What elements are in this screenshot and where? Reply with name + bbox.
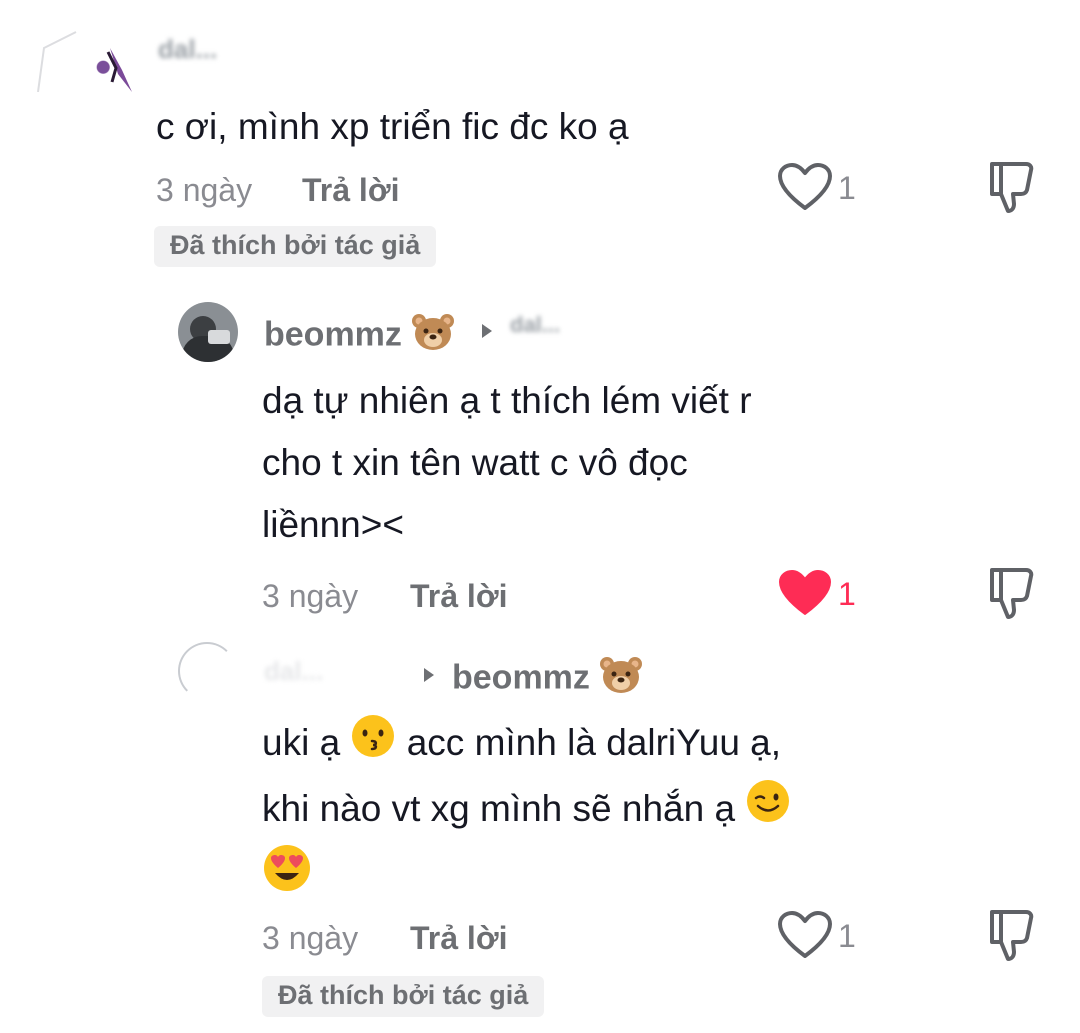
- comment-line: liềnnn><: [262, 504, 404, 545]
- reply-arrow-icon: [424, 668, 434, 682]
- avatar[interactable]: [178, 302, 238, 362]
- winking-face-emoji: [745, 778, 791, 843]
- heart-outline-icon[interactable]: [776, 162, 834, 217]
- comment-line: dạ tự nhiên ạ t thích lém viết r: [262, 380, 752, 421]
- username-text: beommz: [264, 315, 402, 354]
- comment-line: uki ạ acc mình là dalriYuu ạ,: [262, 712, 791, 778]
- kissing-face-emoji: [350, 713, 396, 778]
- reply-arrow-icon: [482, 324, 492, 338]
- avatar[interactable]: [178, 642, 236, 700]
- comment-line: khi nào vt xg mình sẽ nhắn ạ: [262, 778, 791, 844]
- comment-line: cho t xin tên watt c vô đọc: [262, 442, 688, 483]
- avatar[interactable]: [36, 30, 132, 92]
- heart-outline-icon[interactable]: [776, 910, 834, 965]
- comment-text: uki ạ acc mình là dalriYuu ạ, khi nào vt…: [262, 712, 791, 912]
- like-count: 1: [838, 576, 856, 612]
- comment-time: 3 ngày: [156, 172, 253, 208]
- bear-face-emoji: [411, 312, 455, 361]
- reply-to-username[interactable]: beommz: [452, 655, 643, 704]
- username[interactable]: beommz: [264, 312, 455, 361]
- heart-filled-icon[interactable]: [776, 568, 834, 623]
- reply-button[interactable]: Trả lời: [410, 578, 507, 615]
- comment-time: 3 ngày: [262, 578, 359, 614]
- reply-to-username[interactable]: dal...: [510, 312, 610, 342]
- comment-line: [262, 843, 791, 912]
- avatar-object: [208, 330, 230, 344]
- comment-line-text: acc mình là dalriYuu ạ,: [406, 722, 782, 763]
- liked-by-author-badge: Đã thích bởi tác giả: [262, 976, 545, 1017]
- comment-line-text: khi nào vt xg mình sẽ nhắn ạ: [262, 787, 736, 829]
- username[interactable]: dal...: [264, 656, 394, 686]
- comment-text: dạ tự nhiên ạ t thích lém viết r cho t x…: [262, 370, 752, 556]
- comment-text: c ơi, mình xp triển fic đc ko ạ: [156, 106, 629, 147]
- reply-to-username-text: beommz: [452, 658, 590, 697]
- like-count: 1: [838, 170, 856, 206]
- thumbs-down-icon[interactable]: [986, 566, 1036, 625]
- heart-eyes-emoji: [262, 843, 312, 912]
- comment-line-text: uki ạ: [262, 722, 341, 763]
- username[interactable]: dal...: [158, 34, 298, 68]
- like-count: 1: [838, 918, 856, 954]
- comment-time: 3 ngày: [262, 920, 359, 956]
- thumbs-down-icon[interactable]: [986, 160, 1036, 219]
- thumbs-down-icon[interactable]: [986, 908, 1036, 967]
- reply-button[interactable]: Trả lời: [410, 920, 507, 957]
- liked-by-author-badge: Đã thích bởi tác giả: [154, 226, 437, 267]
- bear-face-emoji: [599, 655, 643, 704]
- avatar-image: [37, 31, 132, 92]
- reply-button[interactable]: Trả lời: [302, 172, 399, 209]
